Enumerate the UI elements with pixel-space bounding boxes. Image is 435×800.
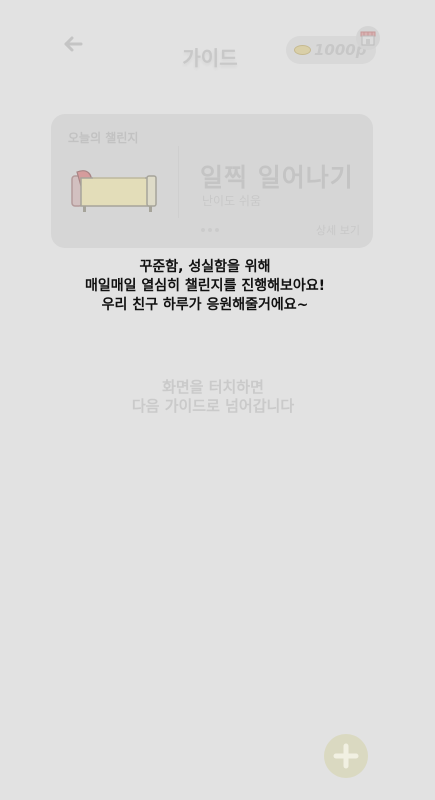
guide-message: 꾸준함, 성실함을 위해 매일매일 열심히 챌린지를 진행해보아요! 우리 친구… [0, 258, 410, 315]
touch-hint-line-1: 화면을 터치하면 [162, 378, 264, 396]
dot [201, 228, 205, 232]
add-button[interactable] [324, 734, 368, 778]
bed-icon [71, 170, 157, 212]
guide-line-3: 우리 친구 하루가 응원해줄거에요~ [101, 297, 309, 313]
card-header: 오늘의 챌린지 [68, 131, 139, 145]
touch-hint-line-2: 다음 가이드로 넘어갑니다 [131, 397, 295, 415]
store-icon [360, 31, 376, 45]
today-challenge-card[interactable]: 오늘의 챌린지 일찍 일어나기 난이도 쉬움 상세 보기 [51, 114, 373, 248]
guide-line-1: 꾸준함, 성실함을 위해 [139, 259, 271, 275]
challenge-title: 일찍 일어나기 [200, 163, 354, 192]
coin-icon [294, 45, 311, 55]
store-button[interactable] [356, 26, 380, 50]
guide-screen[interactable]: 가이드 1000p 오늘의 챌린지 일찍 일어나기 난이도 쉬움 상세 보기 꾸… [0, 0, 435, 800]
carousel-dots [201, 228, 219, 232]
touch-hint: 화면을 터치하면 다음 가이드로 넘어갑니다 [0, 378, 426, 416]
card-divider [178, 146, 179, 218]
guide-line-2: 매일매일 열심히 챌린지를 진행해보아요! [85, 278, 325, 294]
dot [215, 228, 219, 232]
plus-icon [333, 743, 359, 769]
detail-link[interactable]: 상세 보기 [316, 222, 360, 238]
challenge-difficulty: 난이도 쉬움 [202, 194, 262, 208]
dot [208, 228, 212, 232]
